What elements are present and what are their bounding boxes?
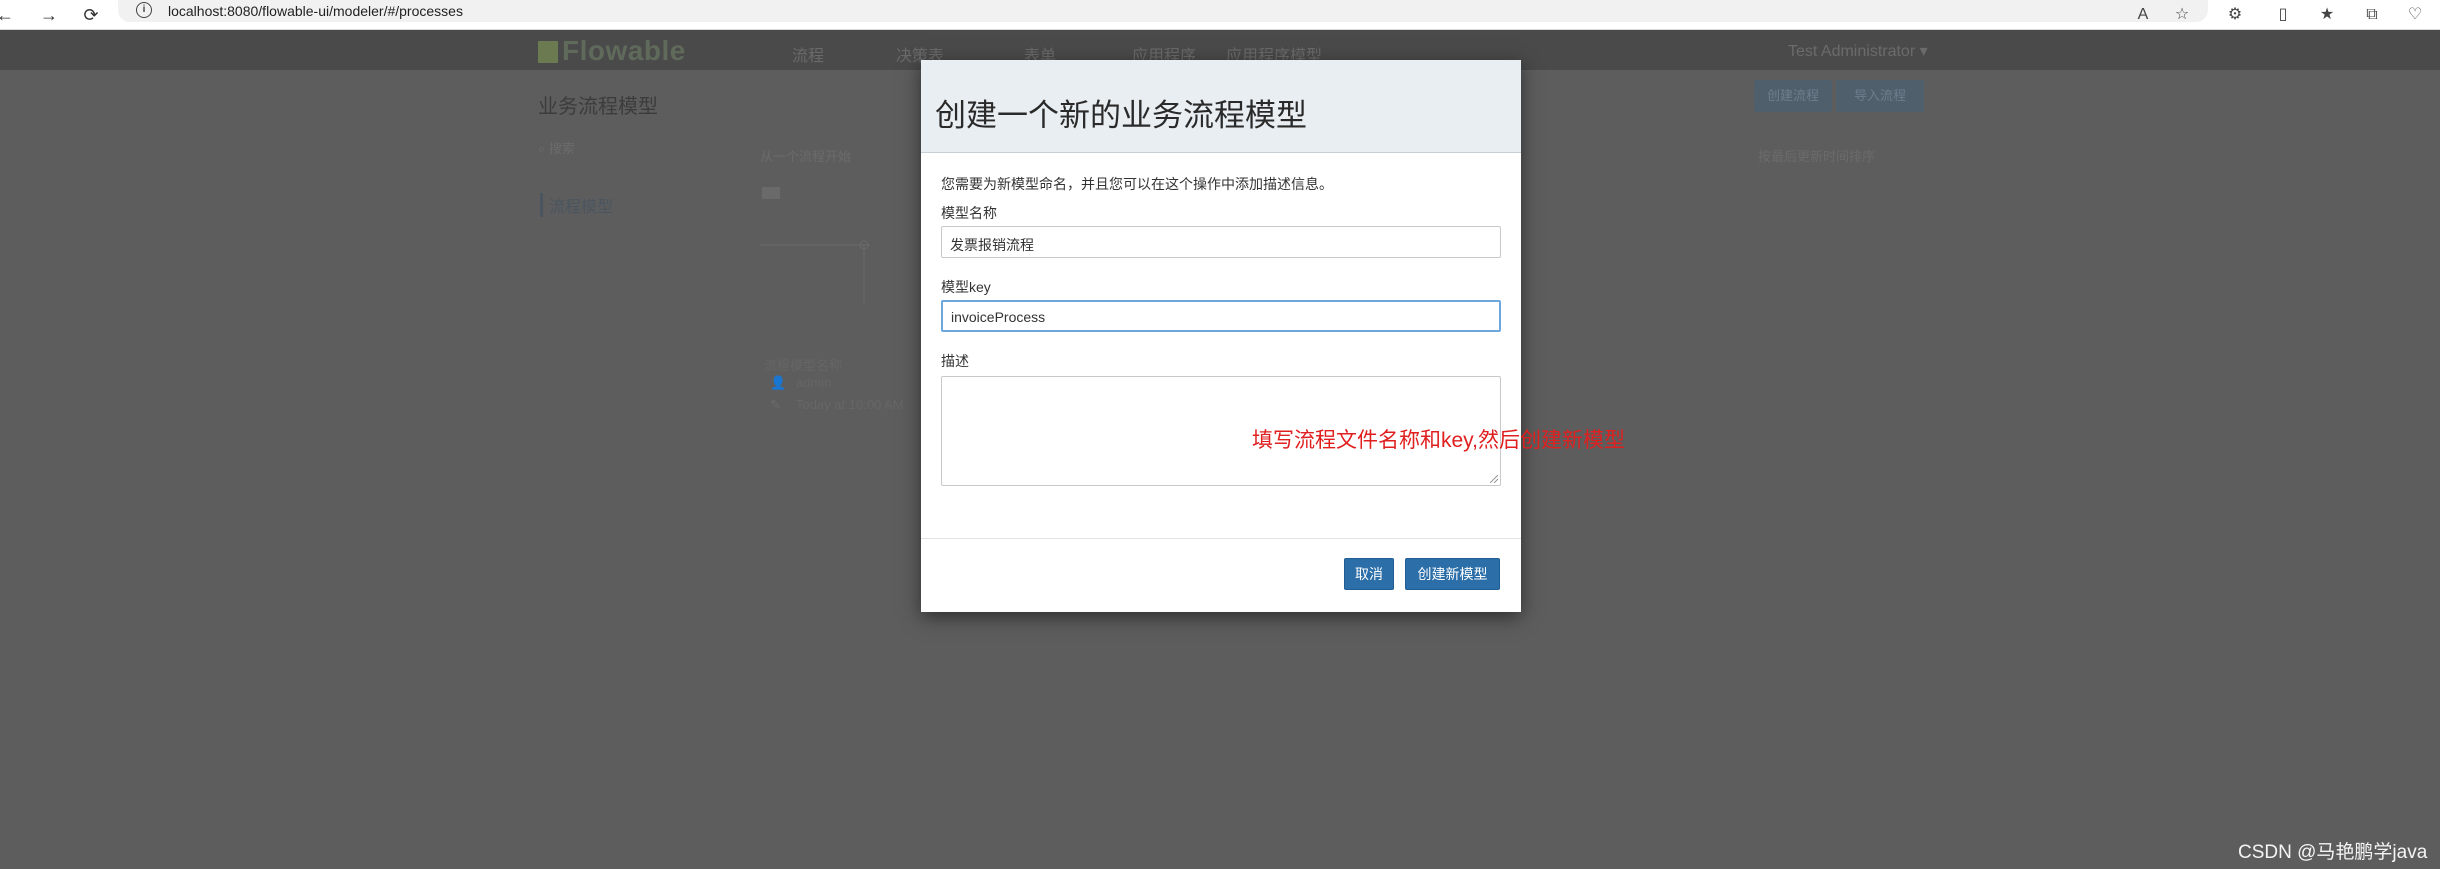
model-key-label: 模型key <box>941 279 991 295</box>
forward-icon[interactable]: → <box>38 4 60 26</box>
process-model-date: Today at 10:00 AM <box>796 397 904 412</box>
search-icon: ⌕ <box>538 141 546 156</box>
sort-dropdown[interactable]: 按最后更新时间排序 <box>1758 146 1875 165</box>
user-icon: 👤 <box>770 375 787 390</box>
collections-icon[interactable]: ⧉ <box>2362 5 2382 25</box>
description-label: 描述 <box>941 353 969 369</box>
user-menu[interactable]: Test Administrator ▾ <box>1788 41 1928 61</box>
dialog-footer-divider <box>921 538 1521 539</box>
flowable-logo-icon <box>538 41 558 63</box>
create-model-dialog: 创建一个新的业务流程模型 您需要为新模型命名，并且您可以在这个操作中添加描述信息… <box>921 60 1521 612</box>
reload-icon[interactable]: ⟳ <box>80 4 102 26</box>
dialog-header: 创建一个新的业务流程模型 <box>921 60 1521 153</box>
csdn-watermark: CSDN @马艳鹏学java <box>2238 842 2428 863</box>
filter-dropdown[interactable]: 从一个流程开始 <box>760 146 851 165</box>
split-screen-icon[interactable]: ▯ <box>2273 5 2293 25</box>
model-name-label: 模型名称 <box>941 205 997 221</box>
page-title: 业务流程模型 <box>538 96 658 118</box>
resize-handle-icon[interactable] <box>1490 475 1498 483</box>
flowable-logo[interactable]: Flowable <box>538 35 686 67</box>
dialog-title: 创建一个新的业务流程模型 <box>935 98 1307 133</box>
logo-text: Flowable <box>562 35 686 66</box>
browser-toolbar: ← → ⟳ i localhost:8080/flowable-ui/model… <box>0 0 2440 30</box>
address-bar[interactable]: i localhost:8080/flowable-ui/modeler/#/p… <box>118 0 2208 22</box>
process-thumbnail[interactable] <box>760 185 880 305</box>
model-name-input[interactable]: 发票报销流程 <box>941 226 1501 258</box>
search-placeholder: 搜索 <box>548 141 575 156</box>
nav-item-processes[interactable]: 流程 <box>792 42 824 66</box>
chevron-down-icon: ▾ <box>1919 43 1928 60</box>
dialog-intro-text: 您需要为新模型命名，并且您可以在这个操作中添加描述信息。 <box>941 176 1333 192</box>
url-text[interactable]: localhost:8080/flowable-ui/modeler/#/pro… <box>168 3 463 19</box>
favorite-star-icon[interactable]: ☆ <box>2172 5 2192 25</box>
cancel-button[interactable]: 取消 <box>1344 558 1394 590</box>
back-icon[interactable]: ← <box>0 4 16 26</box>
create-process-button[interactable]: 创建流程 <box>1754 80 1832 112</box>
thumbnail-task-shape <box>762 187 780 199</box>
create-model-button[interactable]: 创建新模型 <box>1405 558 1500 590</box>
pencil-icon: ✎ <box>770 397 781 412</box>
extensions-icon[interactable]: ⚙ <box>2225 5 2245 25</box>
favorites-icon[interactable]: ★ <box>2317 5 2337 25</box>
site-info-icon[interactable]: i <box>136 2 152 18</box>
red-annotation-text: 填写流程文件名称和key,然后创建新模型 <box>1252 429 1625 452</box>
model-key-input[interactable]: invoiceProcess <box>941 300 1501 332</box>
user-name: Test Administrator <box>1788 43 1916 60</box>
performance-icon[interactable]: ♡ <box>2405 5 2425 25</box>
search-input[interactable]: ⌕ 搜索 <box>538 138 698 164</box>
read-aloud-icon[interactable]: A <box>2133 5 2153 25</box>
import-process-button[interactable]: 导入流程 <box>1836 80 1924 112</box>
process-model-owner: admin <box>796 375 832 390</box>
process-model-name[interactable]: 流程模型名称 <box>764 355 842 374</box>
sidebar-item-process-models[interactable]: 流程模型 <box>540 193 613 217</box>
